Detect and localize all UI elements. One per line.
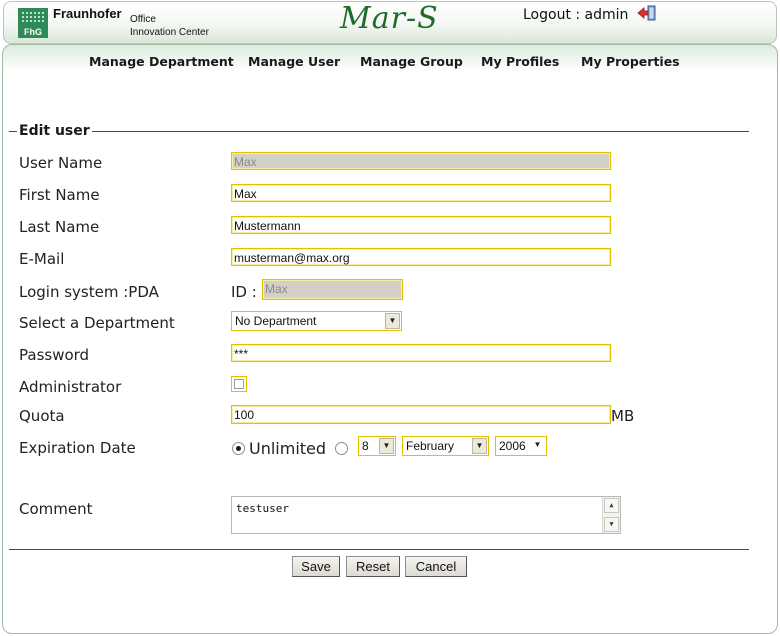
chevron-down-icon[interactable]: ▼ xyxy=(379,438,394,454)
quota-field[interactable]: 100 xyxy=(231,405,611,424)
login-id-label: ID : xyxy=(231,283,257,301)
last-name-field[interactable]: Mustermann xyxy=(231,216,611,234)
quota-unit: MB xyxy=(611,407,635,425)
login-system-label: Login system :PDA xyxy=(19,283,159,301)
brand-office: Office xyxy=(130,14,156,25)
comment-text: testuser xyxy=(236,502,289,515)
last-name-label: Last Name xyxy=(19,218,100,236)
first-name-field[interactable]: Max xyxy=(231,184,611,202)
reset-button[interactable]: Reset xyxy=(346,556,400,577)
password-field[interactable]: *** xyxy=(231,344,611,362)
department-label: Select a Department xyxy=(19,314,175,332)
department-select[interactable]: No Department ▼ xyxy=(231,311,402,331)
password-label: Password xyxy=(19,346,90,364)
user-name-field: Max xyxy=(231,152,611,170)
logo-text: FhG xyxy=(24,27,42,37)
app-header: FhG Fraunhofer Office Innovation Center … xyxy=(3,1,777,44)
nav-manage-group[interactable]: Manage Group xyxy=(360,54,463,69)
month-select[interactable]: February ▼ xyxy=(402,436,489,456)
scroll-up-icon[interactable]: ▲ xyxy=(604,498,619,513)
nav-my-profiles[interactable]: My Profiles xyxy=(481,54,559,69)
fraunhofer-logo-icon: FhG xyxy=(18,8,48,38)
logout-icon[interactable] xyxy=(637,5,657,21)
user-name-label: User Name xyxy=(19,154,103,172)
chevron-down-icon[interactable]: ▼ xyxy=(472,438,487,454)
unlimited-radio[interactable] xyxy=(232,442,245,455)
fieldset-bottom-border xyxy=(9,549,749,550)
month-select-value: February xyxy=(406,439,455,453)
main-panel xyxy=(2,44,778,634)
chevron-down-icon[interactable]: ▼ xyxy=(530,438,545,454)
comment-textarea[interactable]: testuser ▲ ▼ xyxy=(231,496,621,534)
unlimited-label: Unlimited xyxy=(249,439,327,458)
quota-label: Quota xyxy=(19,407,65,425)
comment-scrollbar[interactable]: ▲ ▼ xyxy=(602,497,620,533)
brand-center: Innovation Center xyxy=(130,27,209,38)
fieldset-legend: Edit user xyxy=(17,123,92,139)
day-select[interactable]: 8 ▼ xyxy=(358,436,396,456)
login-id-field: Max xyxy=(262,279,403,300)
nav-manage-department[interactable]: Manage Department xyxy=(89,54,234,69)
nav-my-properties[interactable]: My Properties xyxy=(581,54,680,69)
app-title: Mar-S xyxy=(340,1,439,36)
chevron-down-icon[interactable]: ▼ xyxy=(385,313,400,329)
expiration-label: Expiration Date xyxy=(19,439,136,457)
email-label: E-Mail xyxy=(19,250,65,268)
nav-manage-user[interactable]: Manage User xyxy=(248,54,340,69)
administrator-checkbox[interactable] xyxy=(231,376,247,392)
brand-name: Fraunhofer xyxy=(53,6,122,21)
date-radio[interactable] xyxy=(335,442,348,455)
first-name-label: First Name xyxy=(19,186,100,204)
scroll-down-icon[interactable]: ▼ xyxy=(604,517,619,532)
cancel-button[interactable]: Cancel xyxy=(405,556,467,577)
comment-label: Comment xyxy=(19,500,93,518)
logout-link[interactable]: Logout : admin xyxy=(523,7,628,23)
fieldset-top-border xyxy=(9,131,749,132)
day-select-value: 8 xyxy=(362,439,369,453)
year-select[interactable]: 2006 ▼ xyxy=(495,436,547,456)
administrator-label: Administrator xyxy=(19,378,122,396)
department-select-value: No Department xyxy=(235,314,317,328)
year-select-value: 2006 xyxy=(499,439,526,453)
save-button[interactable]: Save xyxy=(292,556,340,577)
top-navigation: Manage Department Manage User Manage Gro… xyxy=(0,54,780,72)
email-field[interactable]: musterman@max.org xyxy=(231,248,611,266)
